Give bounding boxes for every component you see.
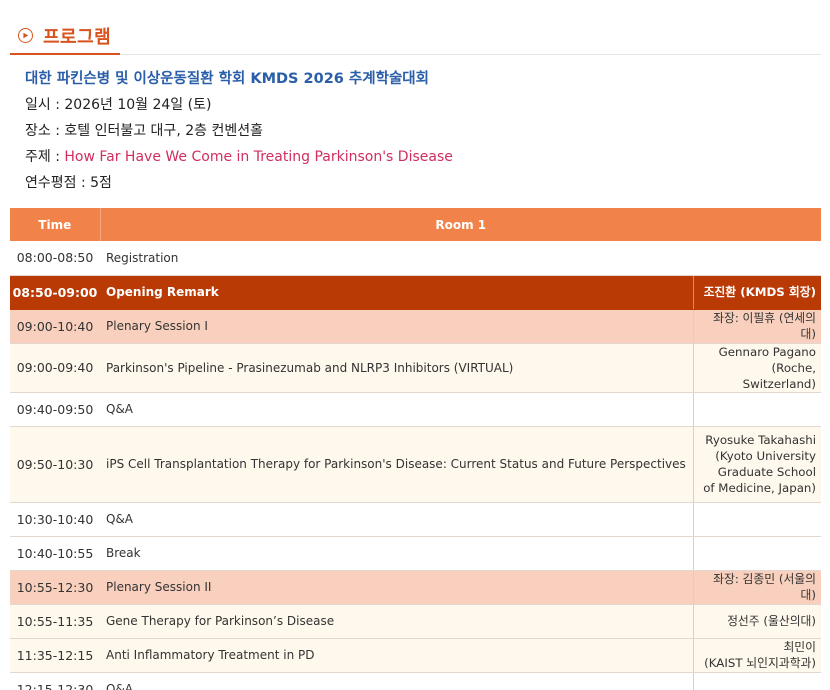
- chair-line: 조진환 (KMDS 회장): [703, 285, 817, 299]
- time-cell: 10:30-10:40: [10, 502, 100, 537]
- chair-line: Graduate School: [717, 465, 817, 479]
- section-title: 프로그램: [43, 26, 112, 48]
- chair-cell: [692, 672, 822, 690]
- program-table: Time Room 1 08:00-08:50 Registration 08:50…: [10, 208, 822, 690]
- title-cell: Anti Inflammatory Treatment in PD: [100, 638, 693, 673]
- time-cell: 09:40-09:50: [10, 392, 100, 427]
- chair-line: (KAIST 뇌인지과학과): [704, 656, 817, 670]
- title-cell: iPS Cell Transplantation Therapy for Par…: [100, 426, 693, 503]
- chair-line: 좌장: 이필휴 (연세의대): [713, 311, 817, 341]
- section-header: 프로그램: [10, 18, 821, 55]
- title-cell: Parkinson's Pipeline - Prasinezumab and …: [100, 343, 693, 393]
- time-column-header: Time: [10, 208, 101, 241]
- chair-line: of Medicine, Japan): [703, 481, 817, 495]
- chair-line: (Kyoto University: [715, 449, 817, 463]
- title-cell: Q&A: [100, 392, 693, 427]
- chair-cell: [692, 502, 822, 537]
- chair-cell: 좌장: 이필휴 (연세의대): [692, 309, 822, 344]
- chair-line: (Roche, Switzerland): [742, 360, 817, 391]
- chair-line: 좌장: 김종민 (서울의대): [713, 572, 817, 602]
- time-cell: 09:00-09:40: [10, 343, 100, 393]
- title-cell: Q&A: [100, 502, 693, 537]
- table-row: 10:55-11:35 Gene Therapy for Parkinson’s …: [10, 604, 822, 639]
- table-row: 09:40-09:50 Q&A: [10, 392, 822, 427]
- theme-label: 주제 :: [25, 149, 65, 165]
- table-row: 09:50-10:30 iPS Cell Transplantation Ther…: [10, 426, 822, 503]
- time-cell: 08:50-09:00: [10, 275, 100, 310]
- table-row: 10:30-10:40 Q&A: [10, 502, 822, 537]
- event-info: 대한 파킨슨병 및 이상운동질환 학회 KMDS 2026 추계학술대회 일시 …: [25, 66, 815, 196]
- table-row: 12:15-12:30 Q&A: [10, 672, 822, 690]
- table-row: 11:35-12:15 Anti Inflammatory Treatment i…: [10, 638, 822, 673]
- event-theme: 주제 : How Far Have We Come in Treating Pa…: [25, 144, 815, 170]
- chair-cell: [692, 536, 822, 571]
- table-row: 08:00-08:50 Registration: [10, 241, 822, 276]
- event-name: 대한 파킨슨병 및 이상운동질환 학회 KMDS 2026 추계학술대회: [25, 71, 429, 87]
- theme-value: How Far Have We Come in Treating Parkins…: [64, 149, 453, 165]
- title-cell: Registration: [100, 241, 822, 276]
- chair-cell: 최민이 (KAIST 뇌인지과학과): [692, 638, 822, 673]
- time-cell: 09:50-10:30: [10, 426, 100, 503]
- table-row: 10:40-10:55 Break: [10, 536, 822, 571]
- table-row: 09:00-09:40 Parkinson's Pipeline - Prasin…: [10, 343, 822, 393]
- title-cell: Opening Remark: [100, 275, 693, 310]
- title-cell: Plenary Session I: [100, 309, 693, 344]
- time-cell: 10:55-11:35: [10, 604, 100, 639]
- table-header-row: Time Room 1: [10, 208, 822, 241]
- chair-line: 정선주 (울산의대): [727, 614, 817, 628]
- title-cell: Break: [100, 536, 693, 571]
- chair-line: Gennaro Pagano: [718, 344, 817, 359]
- event-credits: 연수평점 : 5점: [25, 175, 112, 191]
- chair-cell: 조진환 (KMDS 회장): [692, 275, 822, 310]
- time-cell: 10:40-10:55: [10, 536, 100, 571]
- chair-cell: Ryosuke Takahashi (Kyoto University Gradua…: [692, 426, 822, 503]
- chair-cell: Gennaro Pagano (Roche, Switzerland): [692, 343, 822, 393]
- chair-line: 최민이: [783, 640, 817, 654]
- chair-cell: 좌장: 김종민 (서울의대): [692, 570, 822, 605]
- title-cell: Gene Therapy for Parkinson’s Disease: [100, 604, 693, 639]
- event-venue: 장소 : 호텔 인터불고 대구, 2층 컨벤션홀: [25, 123, 263, 139]
- title-cell: Q&A: [100, 672, 693, 690]
- chair-line: Ryosuke Takahashi: [705, 433, 817, 447]
- time-cell: 10:55-12:30: [10, 570, 100, 605]
- program-tab[interactable]: 프로그램: [10, 18, 120, 55]
- title-cell: Plenary Session II: [100, 570, 693, 605]
- table-row: 08:50-09:00 Opening Remark 조진환 (KMDS 회장): [10, 275, 822, 310]
- time-cell: 12:15-12:30: [10, 672, 100, 690]
- circle-play-icon: [18, 28, 33, 43]
- room-column-header: Room 1: [100, 208, 822, 241]
- chair-cell: 정선주 (울산의대): [692, 604, 822, 639]
- chair-cell: [692, 392, 822, 427]
- time-cell: 09:00-10:40: [10, 309, 100, 344]
- time-cell: 08:00-08:50: [10, 241, 100, 276]
- event-date: 일시 : 2026년 10월 24일 (토): [25, 97, 212, 113]
- table-row: 09:00-10:40 Plenary Session I 좌장: 이필휴 (연세의…: [10, 309, 822, 344]
- time-cell: 11:35-12:15: [10, 638, 100, 673]
- table-row: 10:55-12:30 Plenary Session II 좌장: 김종민 (서울…: [10, 570, 822, 605]
